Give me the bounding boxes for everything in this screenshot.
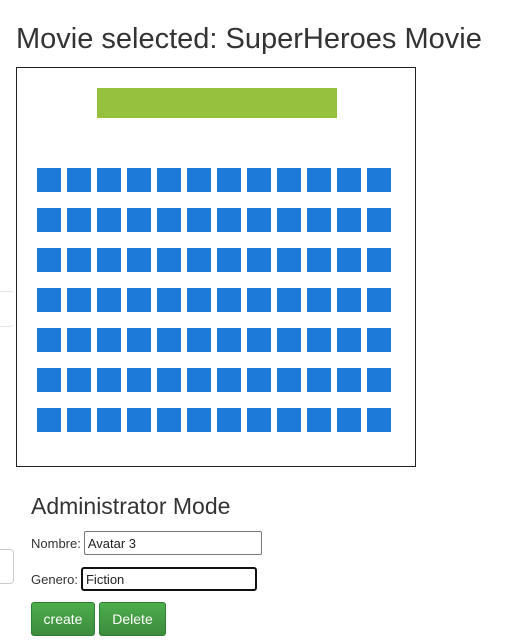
seat[interactable] xyxy=(97,248,121,272)
seat[interactable] xyxy=(277,168,301,192)
seat[interactable] xyxy=(367,168,391,192)
seat[interactable] xyxy=(367,208,391,232)
seat[interactable] xyxy=(337,328,361,352)
cinema-screen xyxy=(97,88,337,118)
seat[interactable] xyxy=(307,328,331,352)
seat[interactable] xyxy=(247,368,271,392)
seat[interactable] xyxy=(97,208,121,232)
seat[interactable] xyxy=(187,288,211,312)
seat[interactable] xyxy=(217,368,241,392)
seat[interactable] xyxy=(247,208,271,232)
seat[interactable] xyxy=(187,168,211,192)
seat[interactable] xyxy=(367,408,391,432)
seat[interactable] xyxy=(97,328,121,352)
admin-mode-heading: Administrator Mode xyxy=(31,493,231,519)
seat[interactable] xyxy=(307,168,331,192)
seat[interactable] xyxy=(157,288,181,312)
seat[interactable] xyxy=(247,248,271,272)
seat[interactable] xyxy=(127,208,151,232)
seat[interactable] xyxy=(337,208,361,232)
seat[interactable] xyxy=(307,208,331,232)
seat[interactable] xyxy=(97,408,121,432)
seat[interactable] xyxy=(67,168,91,192)
seat[interactable] xyxy=(307,248,331,272)
seat[interactable] xyxy=(277,328,301,352)
seat[interactable] xyxy=(67,248,91,272)
seat[interactable] xyxy=(67,408,91,432)
genero-label: Genero: xyxy=(31,571,78,587)
seat[interactable] xyxy=(127,248,151,272)
seat[interactable] xyxy=(187,248,211,272)
seat[interactable] xyxy=(97,168,121,192)
seat[interactable] xyxy=(277,208,301,232)
seat[interactable] xyxy=(367,288,391,312)
seat[interactable] xyxy=(187,328,211,352)
seat[interactable] xyxy=(367,328,391,352)
seat[interactable] xyxy=(187,368,211,392)
seat[interactable] xyxy=(277,408,301,432)
seat[interactable] xyxy=(37,288,61,312)
seat[interactable] xyxy=(67,208,91,232)
seat[interactable] xyxy=(37,168,61,192)
seat[interactable] xyxy=(97,288,121,312)
genero-row: Genero: xyxy=(31,567,257,591)
seat[interactable] xyxy=(127,408,151,432)
seat[interactable] xyxy=(157,368,181,392)
seat[interactable] xyxy=(67,288,91,312)
create-button[interactable]: create xyxy=(31,602,95,636)
seat[interactable] xyxy=(37,328,61,352)
seat[interactable] xyxy=(307,408,331,432)
genero-input[interactable] xyxy=(80,567,257,591)
seat[interactable] xyxy=(67,368,91,392)
seat[interactable] xyxy=(367,248,391,272)
nombre-label: Nombre: xyxy=(31,535,81,551)
seat[interactable] xyxy=(337,248,361,272)
seat[interactable] xyxy=(277,368,301,392)
seat[interactable] xyxy=(37,248,61,272)
seat[interactable] xyxy=(217,408,241,432)
theater-seat-map xyxy=(16,67,416,467)
seat[interactable] xyxy=(127,368,151,392)
delete-button[interactable]: Delete xyxy=(99,602,166,636)
seat[interactable] xyxy=(187,408,211,432)
seat[interactable] xyxy=(277,288,301,312)
seat[interactable] xyxy=(127,328,151,352)
seat[interactable] xyxy=(37,208,61,232)
seat[interactable] xyxy=(247,168,271,192)
seat[interactable] xyxy=(217,248,241,272)
seat[interactable] xyxy=(337,408,361,432)
seat[interactable] xyxy=(127,168,151,192)
seat[interactable] xyxy=(247,328,271,352)
left-edge-divider xyxy=(0,291,14,327)
seat[interactable] xyxy=(127,288,151,312)
seat[interactable] xyxy=(67,328,91,352)
seat[interactable] xyxy=(307,368,331,392)
seat[interactable] xyxy=(247,288,271,312)
seat[interactable] xyxy=(97,368,121,392)
seat[interactable] xyxy=(157,168,181,192)
seat[interactable] xyxy=(157,328,181,352)
seat[interactable] xyxy=(277,248,301,272)
nombre-row: Nombre: xyxy=(31,531,262,555)
seat[interactable] xyxy=(187,208,211,232)
nombre-input[interactable] xyxy=(83,531,262,555)
seat[interactable] xyxy=(367,368,391,392)
seat[interactable] xyxy=(337,168,361,192)
seat[interactable] xyxy=(337,368,361,392)
left-edge-control xyxy=(0,549,14,584)
seat[interactable] xyxy=(37,368,61,392)
page-title: Movie selected: SuperHeroes Movie xyxy=(16,23,482,55)
seat[interactable] xyxy=(217,288,241,312)
seat[interactable] xyxy=(37,408,61,432)
seat-grid xyxy=(37,168,391,432)
seat[interactable] xyxy=(157,208,181,232)
seat[interactable] xyxy=(157,408,181,432)
seat[interactable] xyxy=(247,408,271,432)
seat[interactable] xyxy=(337,288,361,312)
seat[interactable] xyxy=(217,328,241,352)
seat[interactable] xyxy=(157,248,181,272)
seat[interactable] xyxy=(307,288,331,312)
seat[interactable] xyxy=(217,168,241,192)
seat[interactable] xyxy=(217,208,241,232)
